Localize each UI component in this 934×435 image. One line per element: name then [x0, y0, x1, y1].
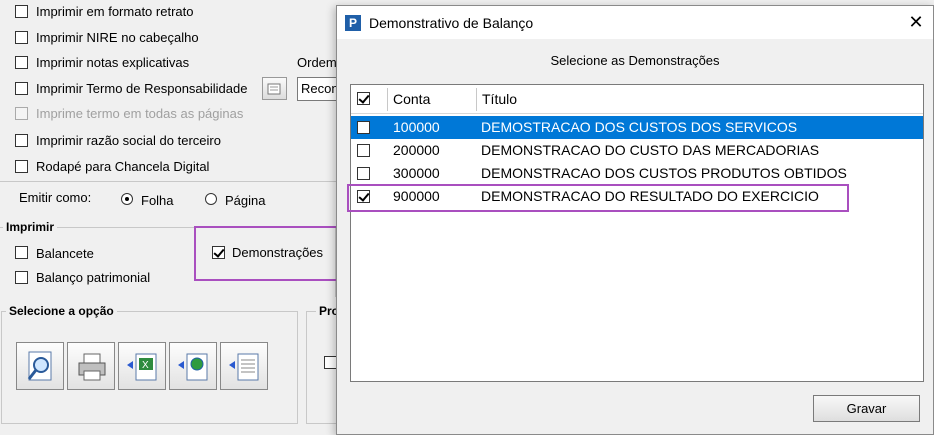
option-label-2: Imprimir notas explicativas — [36, 55, 190, 70]
selecione-title: Selecione a opção — [6, 304, 117, 318]
document-export-icon — [229, 353, 259, 381]
balanco-checkbox[interactable] — [15, 271, 28, 284]
table-row[interactable]: 300000 DEMONSTRACAO DOS CUSTOS PRODUTOS … — [351, 162, 923, 185]
balancete-label: Balancete — [36, 246, 94, 261]
web-export-button[interactable] — [169, 342, 217, 390]
row-checkbox[interactable] — [357, 121, 370, 134]
header-conta[interactable]: Conta — [393, 91, 430, 107]
balanco-label: Balanço patrimonial — [36, 270, 151, 285]
table-row[interactable]: 200000 DEMONSTRACAO DO CUSTO DAS MERCADO… — [351, 139, 923, 162]
option-label-4: Imprime termo em todas as páginas — [36, 106, 244, 121]
app-icon: P — [345, 15, 361, 31]
row-conta: 200000 — [393, 142, 440, 158]
excel-export-icon: X — [127, 353, 157, 381]
row-conta: 300000 — [393, 165, 440, 181]
demonstracoes-checkbox[interactable] — [212, 246, 225, 259]
table-row[interactable]: 100000 DEMOSTRACAO DOS CUSTOS DOS SERVIC… — [351, 116, 923, 139]
row-checkbox[interactable] — [357, 144, 370, 157]
emitir-pagina-radio[interactable] — [205, 193, 217, 205]
balancete-checkbox[interactable] — [15, 246, 28, 259]
select-all-checkbox[interactable] — [357, 92, 370, 105]
header-separator — [476, 88, 477, 111]
close-icon[interactable]: ✕ — [904, 12, 928, 33]
preview-icon — [27, 351, 52, 381]
option-checkbox-6[interactable] — [15, 160, 28, 173]
row-checkbox[interactable] — [357, 167, 370, 180]
option-label-3: Imprimir Termo de Responsabilidade — [36, 81, 248, 96]
emitir-folha-radio[interactable] — [121, 193, 133, 205]
ordem-combo[interactable]: Recon — [297, 77, 337, 101]
option-label-1: Imprimir NIRE no cabeçalho — [36, 30, 199, 45]
emitir-divider — [0, 181, 336, 182]
option-label-0: Imprimir em formato retrato — [36, 4, 194, 19]
dialog-subtitle: Selecione as Demonstrações — [550, 53, 720, 68]
demonstracoes-label: Demonstrações — [232, 245, 324, 260]
row-highlight — [347, 184, 849, 212]
emitir-folha-label: Folha — [141, 193, 174, 208]
excel-export-button[interactable]: X — [118, 342, 166, 390]
svg-text:X: X — [142, 360, 149, 371]
dialog-title: Demonstrativo de Balanço — [369, 15, 534, 31]
option-checkbox-1[interactable] — [15, 31, 28, 44]
print-button[interactable] — [67, 342, 115, 390]
preview-button[interactable] — [16, 342, 64, 390]
option-label-5: Imprimir razão social do terceiro — [36, 133, 221, 148]
browse-icon[interactable] — [262, 77, 287, 100]
row-titulo: DEMONSTRACAO DO CUSTO DAS MERCADORIAS — [481, 142, 820, 158]
row-conta: 100000 — [393, 119, 440, 135]
option-checkbox-2[interactable] — [15, 56, 28, 69]
header-separator — [387, 88, 388, 111]
option-checkbox-3[interactable] — [15, 82, 28, 95]
printer-icon — [78, 353, 106, 381]
row-titulo: DEMONSTRACAO DOS CUSTOS PRODUTOS OBTIDOS — [481, 165, 847, 181]
emitir-label: Emitir como: — [19, 190, 92, 205]
dialog-titlebar: P Demonstrativo de Balanço ✕ — [337, 6, 933, 39]
document-export-button[interactable] — [220, 342, 268, 390]
imprimir-title: Imprimir — [3, 220, 58, 234]
option-label-6: Rodapé para Chancela Digital — [36, 159, 210, 174]
header-titulo[interactable]: Título — [482, 91, 517, 107]
emitir-pagina-label: Página — [225, 193, 266, 208]
demonstrativo-dialog: P Demonstrativo de Balanço ✕ Selecione a… — [336, 5, 934, 435]
option-checkbox-4[interactable] — [15, 107, 28, 120]
grid-header: Conta Título — [351, 85, 923, 114]
option-checkbox-0[interactable] — [15, 5, 28, 18]
option-checkbox-5[interactable] — [15, 134, 28, 147]
ordem-label: Ordem — [297, 55, 337, 70]
row-titulo: DEMOSTRACAO DOS CUSTOS DOS SERVICOS — [481, 119, 798, 135]
gravar-button[interactable]: Gravar — [813, 395, 920, 422]
web-export-icon — [178, 353, 208, 381]
demonstracoes-grid: Conta Título 100000 DEMOSTRACAO DOS CUST… — [350, 84, 924, 382]
